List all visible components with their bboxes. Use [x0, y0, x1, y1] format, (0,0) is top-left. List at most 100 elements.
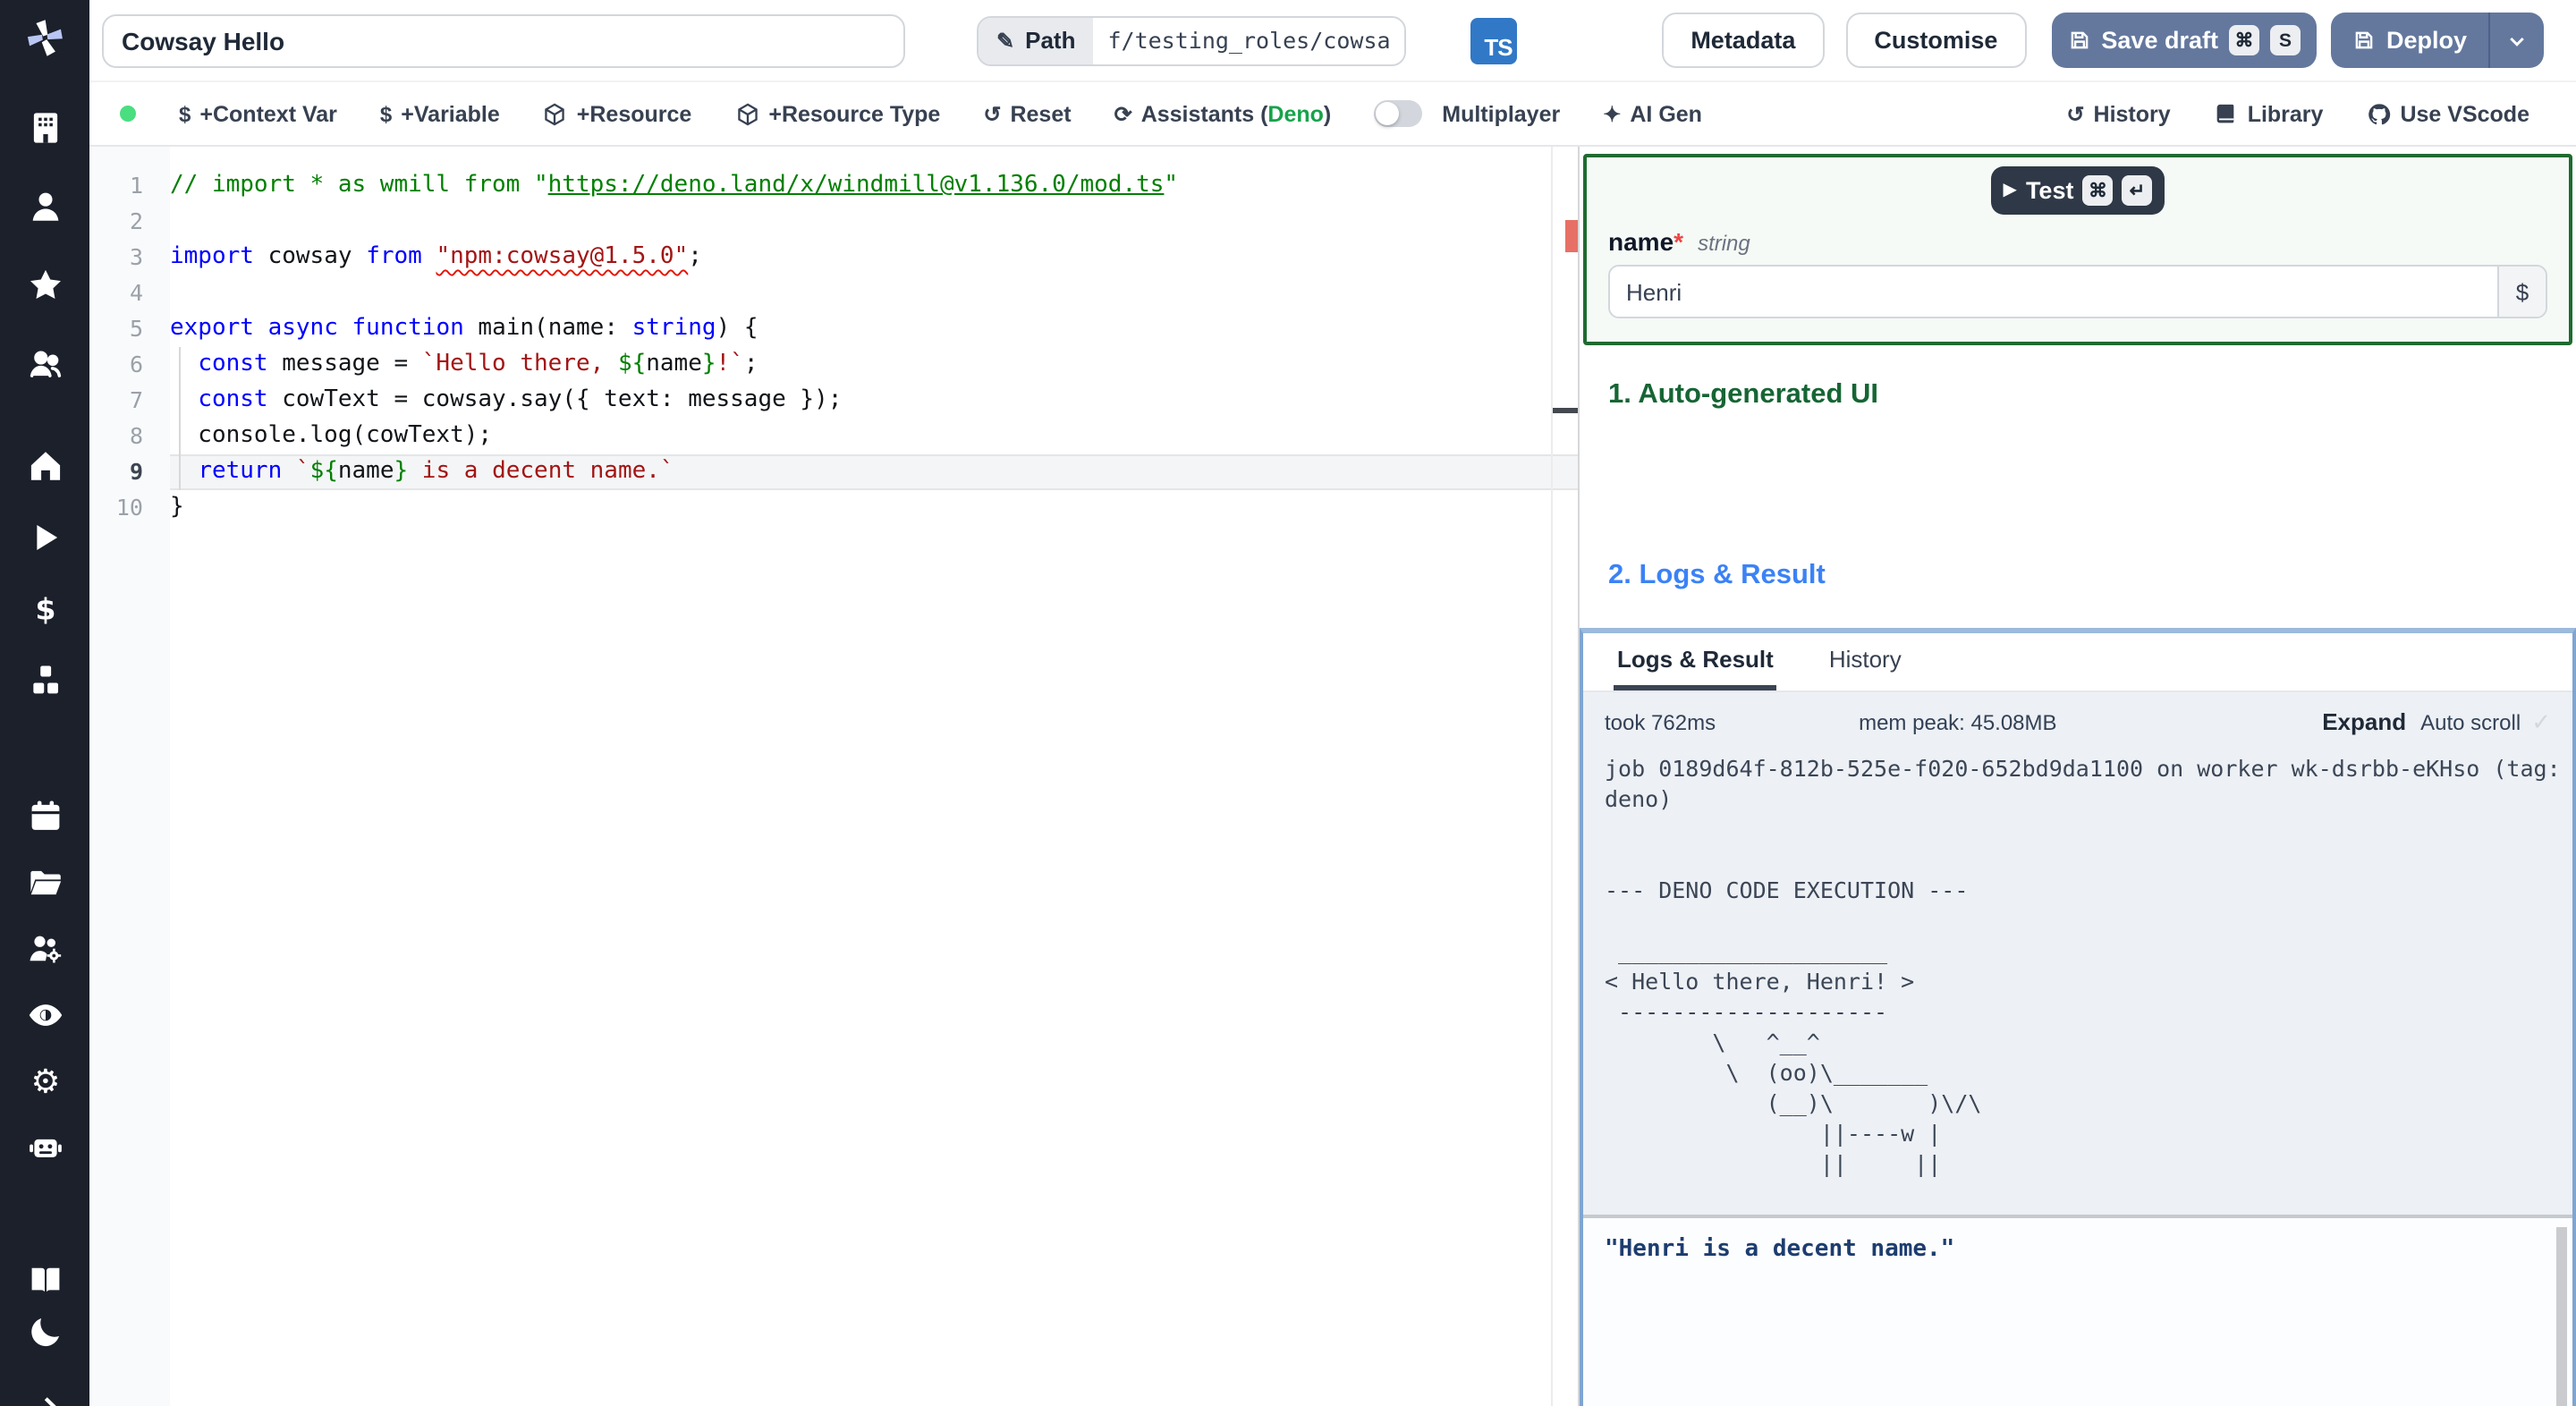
cubes-icon[interactable] — [25, 660, 64, 699]
metadata-button[interactable]: Metadata — [1662, 13, 1825, 68]
user-icon[interactable] — [25, 186, 64, 225]
section-auto-generated-ui: 1. Auto-generated UI — [1608, 379, 1878, 410]
history-button[interactable]: ↺ History — [2066, 101, 2170, 126]
path-edit-button[interactable]: ✎ Path — [979, 17, 1094, 64]
dollar-icon[interactable]: $ — [25, 589, 64, 628]
tab-logs-result[interactable]: Logs & Result — [1614, 633, 1777, 690]
test-panel: ▶ Test ⌘ ↵ name* string $ 1. Auto-genera… — [1578, 147, 2576, 1406]
log-area: took 762ms mem peak: 45.08MB Expand Auto… — [1583, 692, 2572, 1215]
building-icon[interactable] — [25, 107, 64, 147]
check-icon[interactable]: ✓ — [2531, 708, 2551, 737]
path-value: f/testing_roles/cowsa — [1093, 17, 1405, 64]
reset-icon: ↺ — [983, 101, 1002, 126]
error-marker — [1565, 220, 1578, 252]
code-editor[interactable]: 1 2 3 4 5 6 7 8 9 10 // import * as wmill from "h… — [89, 147, 1578, 1406]
add-variable-button[interactable]: $ +Variable — [380, 101, 500, 126]
sidebar-nav-misc — [25, 1259, 64, 1351]
line-number: 10 — [115, 494, 143, 521]
customise-button[interactable]: Customise — [1845, 13, 2027, 68]
auto-scroll-toggle[interactable]: Auto scroll — [2420, 710, 2521, 735]
field-input-row: $ — [1608, 265, 2547, 318]
sidebar-nav-collapse — [25, 1388, 64, 1406]
book-icon — [2217, 103, 2235, 123]
add-resource-type-button[interactable]: +Resource Type — [734, 101, 940, 126]
arrow-right-icon[interactable] — [25, 1388, 64, 1406]
play-icon: ▶ — [2003, 181, 2017, 200]
add-context-var-button[interactable]: $ +Context Var — [179, 101, 337, 126]
users-icon[interactable] — [25, 343, 64, 383]
code-line-8: console.log(cowText); — [170, 422, 493, 449]
line-number: 6 — [129, 351, 143, 377]
save-icon — [2355, 31, 2373, 49]
wand-icon: ✦ — [1603, 101, 1622, 126]
mem-peak-stat: mem peak: 45.08MB — [1859, 710, 2057, 735]
save-draft-label: Save draft — [2101, 27, 2218, 54]
history-icon: ↺ — [2066, 101, 2085, 126]
deploy-label: Deploy — [2385, 27, 2467, 54]
play-icon[interactable] — [25, 517, 64, 556]
eye-icon[interactable] — [25, 995, 64, 1034]
kbd-cmd: ⌘ — [2228, 25, 2259, 55]
typescript-badge: TS — [1470, 17, 1518, 64]
calendar-icon[interactable] — [25, 796, 64, 835]
save-draft-button[interactable]: Save draft ⌘ S — [2051, 13, 2317, 68]
deploy-dropdown-button[interactable] — [2490, 13, 2544, 68]
moon-icon[interactable] — [25, 1311, 64, 1351]
line-number: 2 — [129, 208, 143, 234]
expand-button[interactable]: Expand — [2322, 708, 2406, 735]
gear-icon[interactable]: ⚙ — [25, 1061, 64, 1100]
path-control[interactable]: ✎ Path f/testing_roles/cowsa — [977, 15, 1407, 65]
users-gear-icon[interactable] — [25, 928, 64, 968]
library-button[interactable]: Library — [2214, 101, 2323, 126]
tab-history[interactable]: History — [1826, 633, 1905, 690]
dollar-icon: $ — [179, 101, 191, 126]
indent-guide — [179, 347, 181, 490]
editor-toolbar: $ +Context Var $ +Variable +Resource +Re… — [89, 82, 2576, 147]
section-logs-result: 2. Logs & Result — [1608, 560, 1826, 590]
took-stat: took 762ms — [1605, 710, 1716, 735]
multiplayer-label: Multiplayer — [1442, 101, 1561, 126]
windmill-logo-icon[interactable] — [18, 14, 72, 61]
assistants-button[interactable]: ⟳ Assistants (Deno) — [1114, 101, 1332, 126]
field-name: name — [1608, 227, 1674, 256]
name-arg-input[interactable] — [1610, 267, 2497, 317]
reset-button[interactable]: ↺ Reset — [983, 101, 1071, 126]
refresh-icon: ⟳ — [1114, 101, 1132, 126]
multiplayer-toggle[interactable] — [1374, 100, 1423, 127]
home-icon[interactable] — [25, 445, 64, 485]
test-button[interactable]: ▶ Test ⌘ ↵ — [1990, 166, 2165, 215]
required-asterisk: * — [1674, 227, 1684, 256]
overview-ruler — [1551, 147, 1553, 1406]
deploy-split-button[interactable]: Deploy — [2330, 13, 2544, 68]
script-name-input[interactable] — [102, 13, 905, 67]
deploy-button[interactable]: Deploy — [2331, 13, 2488, 68]
ai-gen-button[interactable]: ✦ AI Gen — [1603, 101, 1702, 126]
kbd-enter: ↵ — [2122, 175, 2153, 206]
save-icon — [2071, 31, 2088, 49]
code-line-7: const cowText = cowsay.say({ text: messa… — [198, 386, 843, 413]
assistants-lang: Deno — [1267, 101, 1324, 126]
code-line-9: return `${name} is a decent name.` — [170, 454, 1578, 490]
folder-icon[interactable] — [25, 862, 64, 902]
result-output: "Henri is a decent name." — [1583, 1218, 2572, 1406]
code-line-1: // import * as wmill from "https://deno.… — [170, 172, 1179, 199]
add-resource-button[interactable]: +Resource — [543, 101, 691, 126]
insert-variable-button[interactable]: $ — [2497, 267, 2546, 317]
sidebar-nav-workspace — [25, 107, 64, 383]
use-vscode-button[interactable]: Use VScode — [2366, 101, 2529, 126]
kbd-cmd: ⌘ — [2082, 175, 2114, 206]
main-column: ✎ Path f/testing_roles/cowsa TS Metadata… — [89, 0, 2576, 1406]
code-line-10: } — [170, 494, 184, 521]
star-icon[interactable] — [25, 265, 64, 304]
app-root: $ ⚙ ✎ Path f/testing_roles/cowsa TS Meta… — [0, 0, 2576, 1406]
panel-scrollbar[interactable] — [2556, 1227, 2567, 1406]
results-panel: Logs & Result History took 762ms mem pea… — [1580, 628, 2576, 1406]
cursor-marker — [1553, 408, 1578, 413]
sidebar-nav-main: $ — [25, 445, 64, 699]
sidebar-nav-admin: ⚙ — [25, 796, 64, 1166]
book-icon[interactable] — [25, 1259, 64, 1299]
robot-icon[interactable] — [25, 1127, 64, 1166]
job-log-output: job 0189d64f-812b-525e-f020-652bd9da1100… — [1605, 755, 2561, 1177]
